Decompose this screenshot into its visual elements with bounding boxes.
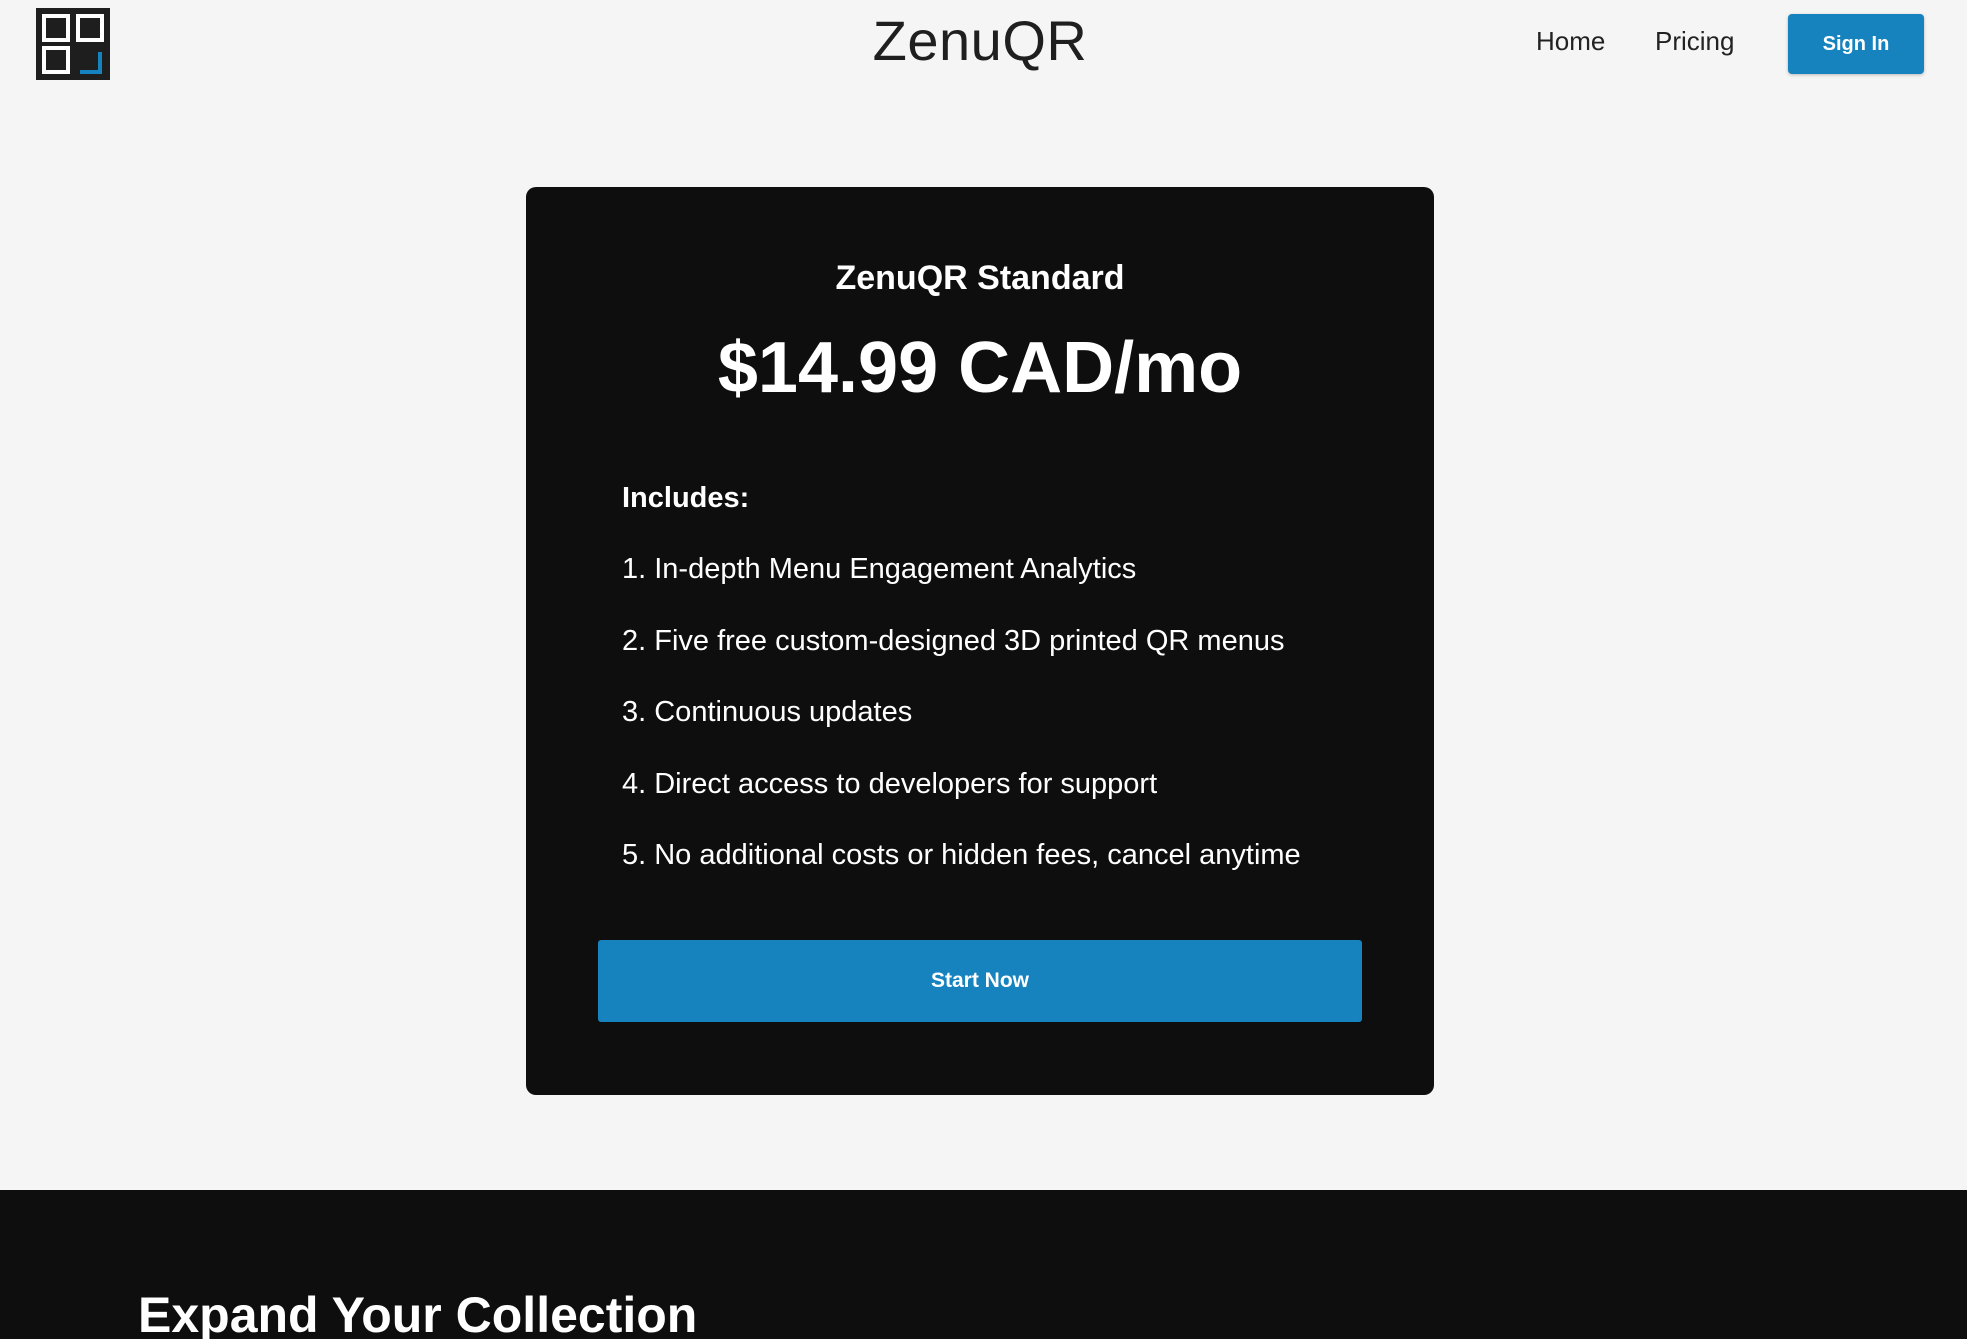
feature-item: 1. In-depth Menu Engagement Analytics — [622, 553, 1137, 585]
collection-section: Expand Your Collection — [0, 1190, 1967, 1339]
feature-item: 2. Five free custom-designed 3D printed … — [622, 624, 1285, 657]
feature-list: 1. In-depth Menu Engagement Analytics 2.… — [622, 552, 1301, 910]
nav-link-pricing[interactable]: Pricing — [1655, 26, 1734, 66]
section-title: Expand Your Collection — [138, 1287, 698, 1339]
nav-link-home[interactable]: Home — [1536, 26, 1605, 66]
feature-item: 4. Direct access to developers for suppo… — [622, 767, 1158, 800]
start-now-button[interactable]: Start Now — [598, 940, 1362, 1022]
includes-label: Includes: — [622, 482, 750, 514]
plan-name: ZenuQR Standard — [835, 259, 1125, 297]
feature-item: 5. No additional costs or hidden fees, c… — [622, 839, 1301, 871]
pricing-card: ZenuQR Standard $14.99 CAD/mo Includes: … — [526, 187, 1434, 1095]
plan-price: $14.99 CAD/mo — [717, 328, 1243, 408]
page: ZenuQR Home Pricing Sign In ZenuQR Stand… — [0, 0, 1967, 1339]
sign-in-button[interactable]: Sign In — [1788, 14, 1924, 74]
feature-item: 3. Continuous updates — [622, 696, 913, 728]
